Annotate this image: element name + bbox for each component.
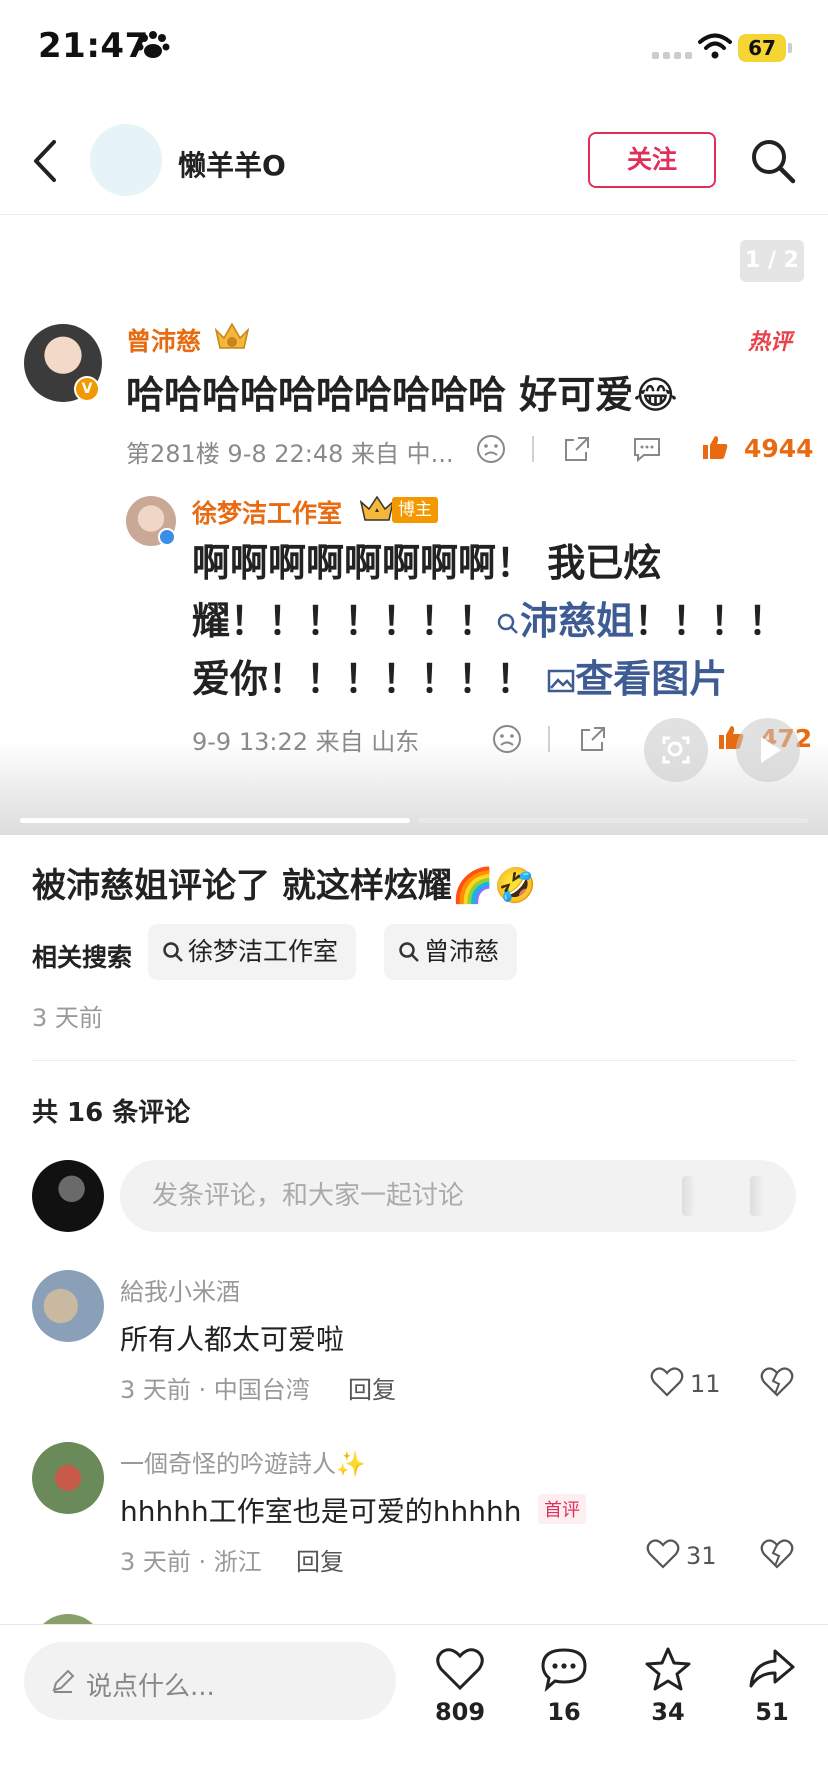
author-name[interactable]: 懒羊羊O <box>178 144 286 184</box>
comment-text: 哈哈哈哈哈哈哈哈哈哈 好可爱😂 <box>126 373 678 417</box>
heart-icon[interactable] <box>650 1366 684 1398</box>
commenter-avatar[interactable] <box>32 1442 104 1514</box>
signal-icon <box>652 52 692 59</box>
image-icon <box>548 669 575 693</box>
mention-link: 沛慈姐 <box>496 599 634 643</box>
comment-bubble-icon <box>541 1648 587 1692</box>
say-placeholder[interactable]: 说点什么... <box>86 1666 215 1703</box>
back-arrow-icon[interactable] <box>30 138 62 184</box>
commenter-avatar[interactable] <box>32 1270 104 1342</box>
view-image-text: 查看图片 <box>575 657 728 701</box>
comment-meta: 3 天前 · 浙江 <box>120 1548 262 1576</box>
wifi-icon <box>698 33 732 59</box>
heart-icon <box>436 1648 484 1691</box>
author-avatar[interactable] <box>90 124 162 196</box>
first-comment-tag: 首评 <box>538 1494 586 1524</box>
search-small-icon <box>163 942 183 962</box>
play-icon <box>761 737 781 763</box>
post-time: 3 天前 <box>32 1004 103 1032</box>
battery-level: 67 <box>738 34 786 62</box>
comment-meta: 3 天前 · 中国台湾 <box>120 1376 310 1404</box>
note-title: 被沛慈姐评论了 就这样炫耀🌈🤣 <box>32 866 537 906</box>
heart-icon[interactable] <box>646 1538 680 1570</box>
pencil-icon <box>52 1669 75 1693</box>
comment-text: hhhhh工作室也是可爱的hhhhh <box>120 1495 522 1528</box>
collect-count: 34 <box>651 1698 685 1726</box>
related-tag-2[interactable]: 曾沛慈 <box>384 924 518 980</box>
hot-comment-tag: 热评 <box>748 330 793 355</box>
broken-heart-icon[interactable] <box>760 1538 794 1570</box>
like-count: 4944 <box>744 434 814 463</box>
comment-button[interactable]: 16 <box>524 1646 604 1726</box>
share-count: 51 <box>755 1698 789 1726</box>
related-search-label: 相关搜索 <box>32 943 133 972</box>
section-divider <box>32 1060 796 1061</box>
related-tag-1[interactable]: 徐梦洁工作室 <box>148 924 357 980</box>
star-icon <box>645 1647 691 1691</box>
reply-button[interactable]: 回复 <box>348 1370 396 1405</box>
related-tag-label: 曾沛慈 <box>424 937 500 966</box>
reply-meta: 9-9 13:22 来自 山东 <box>192 728 420 756</box>
comment-count: 共 16 条评论 <box>32 1098 191 1128</box>
search-small-icon <box>497 613 518 634</box>
paw-icon <box>136 31 170 58</box>
image-progress-1 <box>20 818 410 823</box>
input-decoration <box>682 1176 696 1216</box>
search-icon[interactable] <box>750 138 796 184</box>
battery-cap <box>788 43 792 53</box>
crown-badge-icon <box>214 322 250 349</box>
reply-text: 啊啊啊啊啊啊啊啊！ 我已炫耀！！！！！！！ 沛慈姐！！！！爱你！！！！！！！ 查看… <box>192 534 812 708</box>
verified-badge <box>158 528 176 546</box>
related-tag-label: 徐梦洁工作室 <box>188 937 339 966</box>
comment-text: 所有人都太可爱啦 <box>120 1323 345 1356</box>
scan-image-button[interactable] <box>644 718 708 782</box>
divider-bar <box>548 726 550 752</box>
mention-text: 沛慈姐 <box>520 599 635 643</box>
comment-meta: 第281楼 9-8 22:48 来自 中... <box>126 440 454 468</box>
divider-bar <box>532 436 534 462</box>
share-icon <box>581 727 605 751</box>
share-arrow-icon <box>749 1649 795 1688</box>
status-time: 21:47 <box>38 26 149 66</box>
comment-count: 16 <box>547 1698 581 1726</box>
search-small-icon <box>399 942 419 962</box>
commenter-name[interactable]: 一個奇怪的吟遊詩人✨ <box>120 1444 366 1479</box>
play-button[interactable] <box>736 718 800 782</box>
like-button[interactable]: 809 <box>420 1646 500 1726</box>
reply-button[interactable]: 回复 <box>296 1542 344 1577</box>
comment-bubble-icon <box>634 438 660 463</box>
verified-badge: V <box>74 376 100 402</box>
crown-badge-icon <box>359 495 395 521</box>
commenter-name[interactable]: 給我小米酒 <box>120 1272 240 1307</box>
share-icon <box>565 437 589 461</box>
page-indicator: 1 / 2 <box>740 240 804 282</box>
sad-face-icon <box>493 725 521 753</box>
follow-button[interactable]: 关注 <box>588 132 716 188</box>
reply-author: 徐梦洁工作室 <box>192 499 343 528</box>
like-count: 11 <box>690 1370 721 1398</box>
scan-icon <box>662 736 690 764</box>
share-button[interactable]: 51 <box>732 1646 812 1726</box>
collect-button[interactable]: 34 <box>628 1646 708 1726</box>
thumbs-up-icon <box>703 436 728 459</box>
commenter-name: 曾沛慈 <box>126 327 202 356</box>
input-decoration <box>750 1176 764 1216</box>
view-image-link: 查看图片 <box>547 657 727 701</box>
sad-face-icon <box>477 435 505 463</box>
broken-heart-icon[interactable] <box>760 1366 794 1398</box>
image-progress-2 <box>418 818 808 823</box>
author-badge: 博主 <box>392 497 438 523</box>
my-avatar <box>32 1160 104 1232</box>
like-count: 809 <box>434 1698 486 1726</box>
like-count: 31 <box>686 1542 717 1570</box>
